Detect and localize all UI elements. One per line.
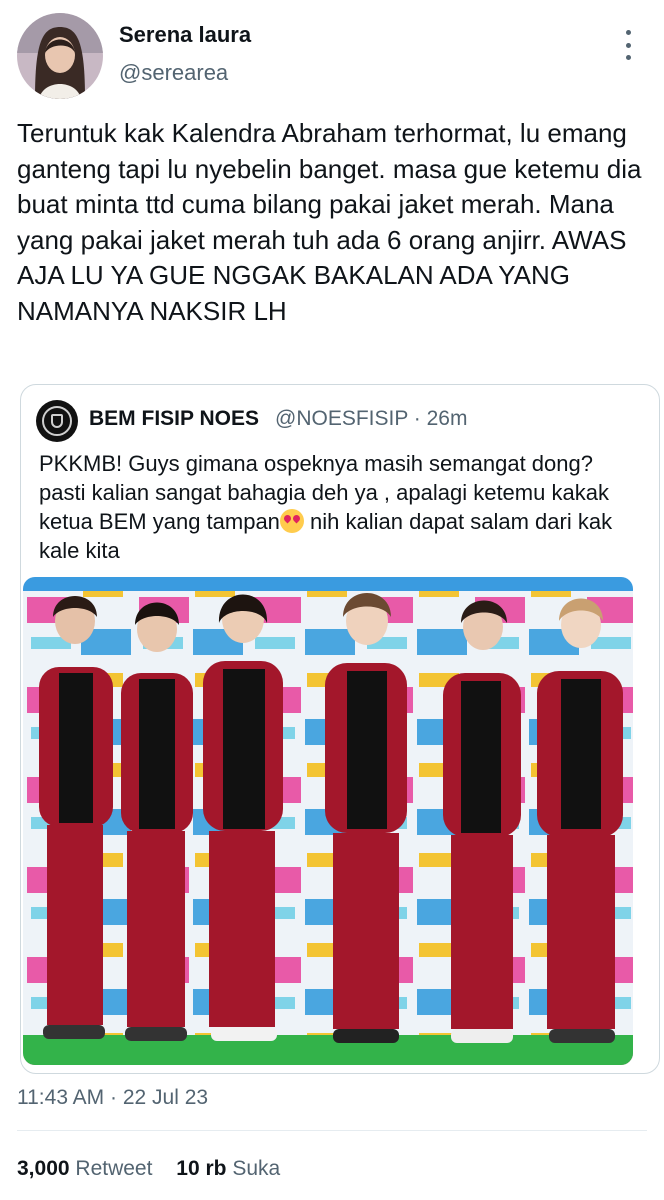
retweet-label: Retweet [75,1157,153,1180]
tweet-timestamp[interactable]: 11:43 AM · 22 Jul 23 [17,1086,208,1110]
quoted-display-name: BEM FISIP NOES [89,407,259,430]
divider [17,1130,647,1131]
quoted-media-image[interactable] [23,577,633,1065]
author-handle[interactable]: @serearea [119,60,228,86]
heart-eyes-emoji [279,509,304,533]
tweet-stats: 3,000 Retweet 10 rb Suka [17,1157,298,1181]
retweet-stat[interactable]: 3,000 Retweet [17,1157,152,1181]
retweet-count: 3,000 [17,1157,70,1180]
quoted-handle-time: @NOESFISIP · 26m [275,407,468,430]
tweet-header: Serena laura @serearea [0,0,664,110]
author-avatar[interactable] [17,13,103,99]
more-vertical-icon[interactable] [616,30,640,60]
tweet-text: Teruntuk kak Kalendra Abraham terhormat,… [17,118,642,326]
like-stat[interactable]: 10 rb Suka [176,1157,280,1181]
like-label: Suka [232,1157,281,1180]
author-display-name[interactable]: Serena laura [119,22,251,48]
quoted-text: PKKMB! Guys gimana ospeknya masih semang… [39,449,639,565]
quoted-avatar-logo [36,400,78,442]
quoted-tweet-card[interactable]: BEM FISIP NOES @NOESFISIP · 26m PKKMB! G… [20,384,660,1074]
like-count: 10 rb [176,1157,227,1180]
